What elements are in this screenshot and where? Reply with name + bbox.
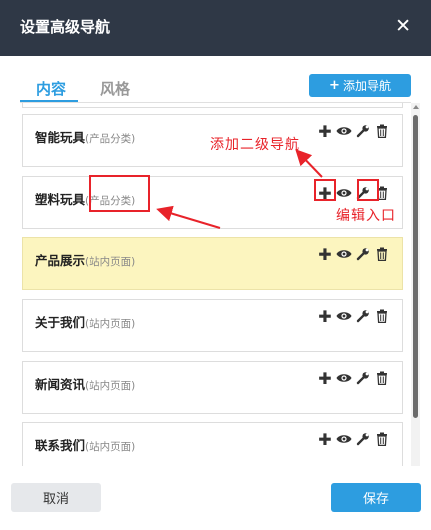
eye-icon[interactable] [336, 185, 352, 201]
tab-content[interactable]: 内容 [36, 78, 66, 99]
nav-item-actions: ✚ [317, 307, 390, 326]
nav-item-name: 联系我们(站内页面) [35, 435, 135, 454]
nav-item-type: (站内页面) [85, 380, 136, 392]
dialog-title: 设置高级导航 [20, 18, 111, 36]
scrollbar[interactable] [411, 103, 420, 466]
nav-item-label: 智能玩具 [35, 130, 86, 145]
nav-item-actions: ✚ [317, 245, 390, 264]
scroll-up-arrow-icon[interactable] [413, 105, 419, 109]
wrench-icon[interactable] [355, 185, 371, 201]
nav-item-type: (产品分类) [85, 133, 136, 145]
dialog-titlebar: 设置高级导航 ✕ [0, 0, 431, 56]
nav-item-name: 关于我们(站内页面) [35, 312, 135, 331]
eye-icon[interactable] [336, 246, 352, 262]
nav-item-type: (站内页面) [85, 318, 136, 330]
wrench-icon[interactable] [355, 123, 371, 139]
nav-item[interactable]: 产品展示(站内页面) ✚ [22, 237, 403, 290]
plus-icon[interactable]: ✚ [317, 245, 333, 264]
annotation-add-sub-nav: 添加二级导航 [210, 137, 300, 153]
eye-icon[interactable] [336, 123, 352, 139]
eye-icon[interactable] [336, 308, 352, 324]
nav-item[interactable]: 新闻资讯(站内页面) ✚ [22, 361, 403, 414]
tab-style[interactable]: 风格 [100, 78, 130, 99]
trash-icon[interactable] [374, 123, 390, 139]
add-nav-label: 添加导航 [342, 79, 391, 93]
wrench-icon[interactable] [355, 246, 371, 262]
nav-item-type: (站内页面) [85, 256, 136, 268]
nav-item-label: 联系我们 [35, 438, 86, 453]
plus-icon[interactable]: ✚ [317, 430, 333, 449]
nav-item-actions: ✚ [317, 369, 390, 388]
plus-icon[interactable]: ✚ [317, 184, 333, 203]
trash-icon[interactable] [374, 246, 390, 262]
close-icon[interactable]: ✕ [395, 15, 411, 37]
wrench-icon[interactable] [355, 431, 371, 447]
eye-icon[interactable] [336, 370, 352, 386]
trash-icon[interactable] [374, 370, 390, 386]
trash-icon[interactable] [374, 308, 390, 324]
wrench-icon[interactable] [355, 370, 371, 386]
nav-item-name: 智能玩具(产品分类) [35, 127, 135, 146]
nav-item-actions: ✚ [317, 430, 390, 449]
annotation-edit-entry: 编辑入口 [336, 208, 396, 224]
nav-item-label: 塑料玩具 [35, 192, 86, 207]
cancel-button[interactable]: 取消 [11, 483, 101, 512]
nav-list: 智能玩具(产品分类) ✚ 塑料玩具(产品分类) ✚ 产品展示(站内页面) ✚ 关于我们(站内… [20, 103, 412, 466]
nav-item-actions: ✚ [317, 122, 390, 141]
nav-item-actions: ✚ [317, 184, 390, 203]
nav-item-name: 新闻资讯(站内页面) [35, 374, 135, 393]
plus-icon[interactable]: ✚ [317, 122, 333, 141]
plus-icon[interactable]: ✚ [317, 369, 333, 388]
nav-item[interactable]: 联系我们(站内页面) ✚ [22, 422, 403, 466]
add-nav-button[interactable]: + 添加导航 [309, 74, 411, 97]
save-button[interactable]: 保存 [331, 483, 421, 512]
plus-icon: + [329, 78, 340, 93]
nav-item-name: 塑料玩具(产品分类) [35, 189, 135, 208]
nav-item-label: 新闻资讯 [35, 377, 86, 392]
trash-icon[interactable] [374, 431, 390, 447]
trash-icon[interactable] [374, 185, 390, 201]
plus-icon[interactable]: ✚ [317, 307, 333, 326]
scroll-thumb[interactable] [413, 115, 418, 418]
nav-item-name: 产品展示(站内页面) [35, 250, 135, 269]
nav-item-type: (站内页面) [85, 441, 136, 453]
wrench-icon[interactable] [355, 308, 371, 324]
nav-item-type: (产品分类) [85, 195, 136, 207]
nav-item[interactable]: 关于我们(站内页面) ✚ [22, 299, 403, 352]
nav-item-label: 产品展示 [35, 253, 86, 268]
nav-item-label: 关于我们 [35, 315, 86, 330]
nav-item-partial [22, 103, 403, 108]
eye-icon[interactable] [336, 431, 352, 447]
